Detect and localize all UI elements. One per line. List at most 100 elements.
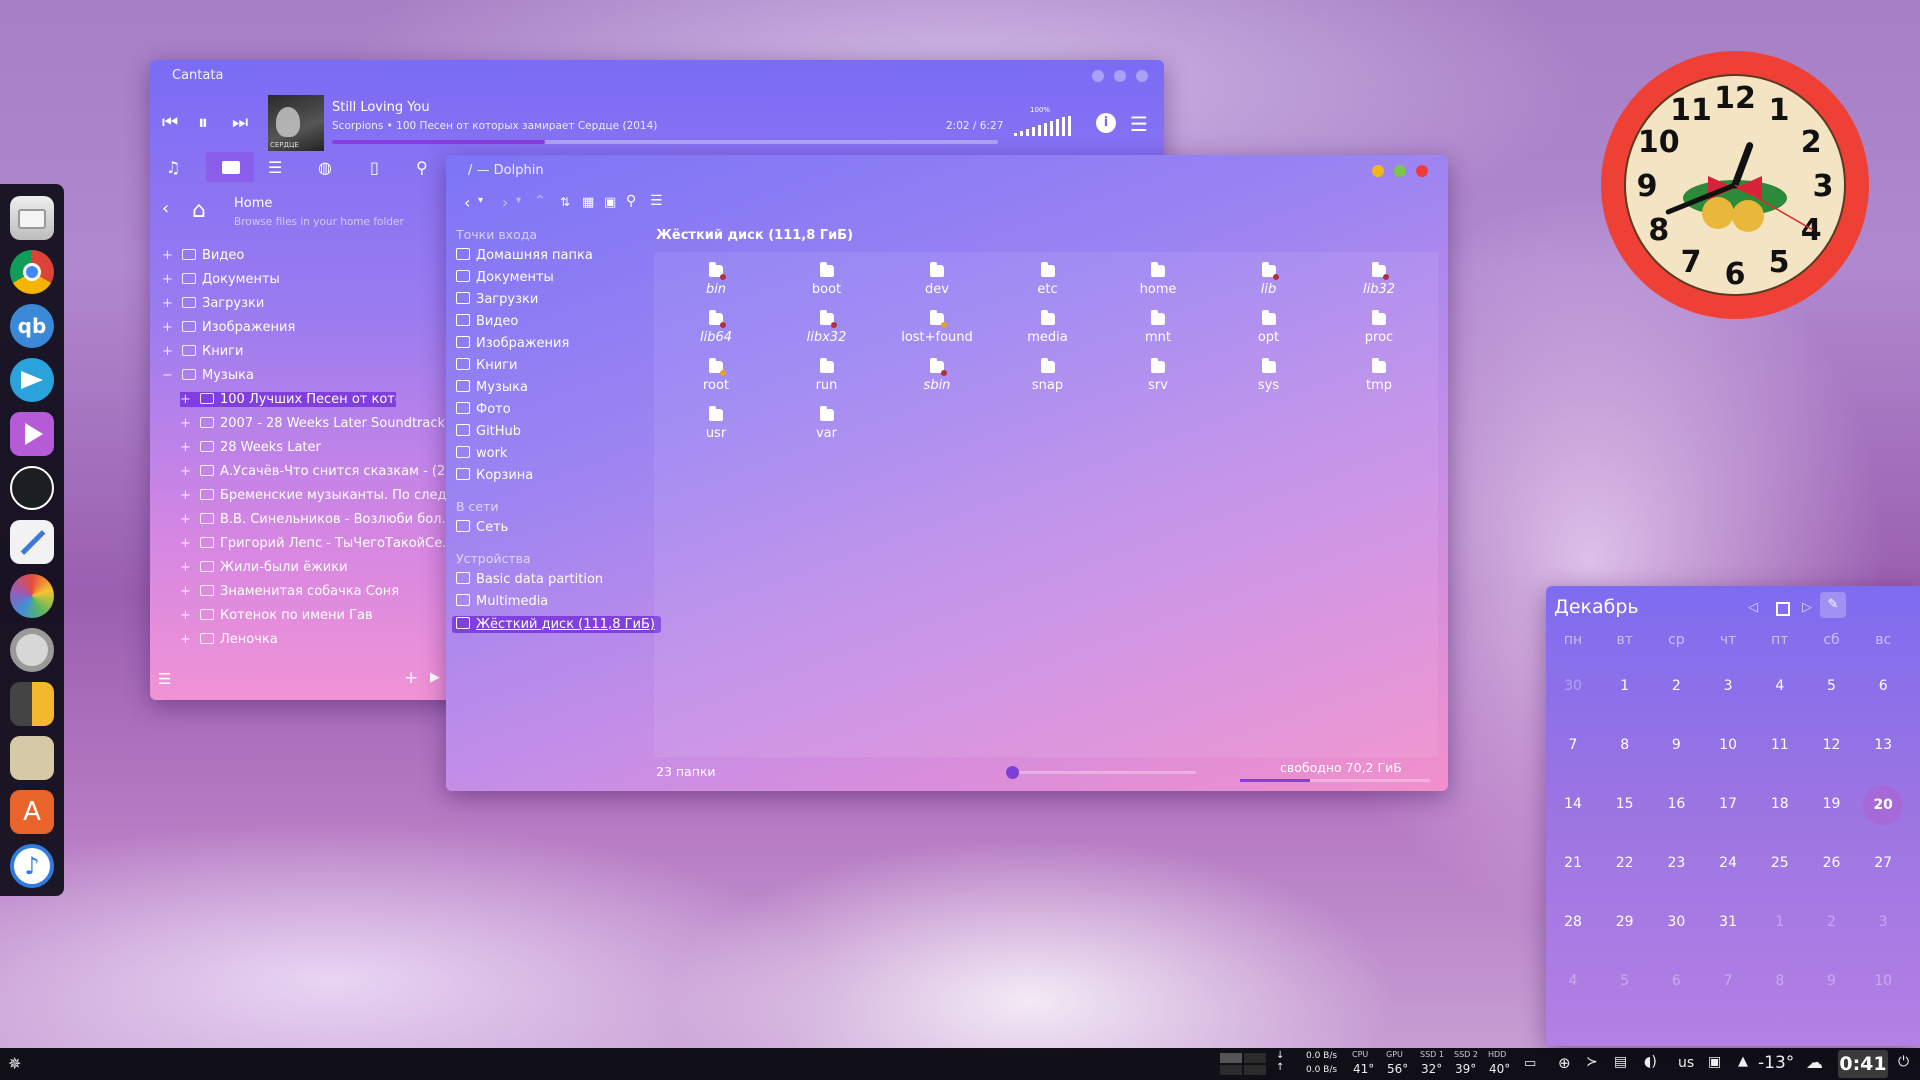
- calendar-day[interactable]: 16: [1651, 796, 1701, 812]
- expand-icon[interactable]: +: [180, 584, 194, 599]
- folder-item[interactable]: boot: [779, 262, 875, 297]
- place-item[interactable]: Жёсткий диск (111,8 ГиБ): [452, 616, 661, 633]
- up-icon[interactable]: ⌃: [534, 193, 546, 209]
- calendar-day[interactable]: 15: [1600, 796, 1650, 812]
- calendar-day[interactable]: 3: [1858, 914, 1908, 930]
- network-icon[interactable]: ⊕: [1558, 1054, 1571, 1072]
- info-icon[interactable]: i: [1096, 113, 1116, 133]
- place-item[interactable]: Домашняя папка: [456, 248, 593, 263]
- calendar-day[interactable]: 8: [1600, 737, 1650, 753]
- chrome-icon[interactable]: [10, 250, 54, 294]
- back-icon[interactable]: ‹: [464, 193, 470, 212]
- volume-icon[interactable]: ◖): [1644, 1054, 1657, 1070]
- expand-icon[interactable]: +: [180, 440, 194, 455]
- tree-item[interactable]: − Музыка: [162, 368, 254, 383]
- settings-icon[interactable]: [10, 628, 54, 672]
- chevron-down-icon[interactable]: ▾: [478, 195, 483, 206]
- tree-item[interactable]: + Знаменитая собачка Соня: [180, 584, 399, 599]
- tree-item[interactable]: + А.Усачёв-Что снится сказкам - (2...: [180, 464, 458, 479]
- keyboard-layout[interactable]: us: [1678, 1055, 1694, 1071]
- tree-item[interactable]: + Бременские музыканты. По след...: [180, 488, 459, 503]
- calendar-day[interactable]: 31: [1703, 914, 1753, 930]
- calendar-day[interactable]: 1: [1755, 914, 1805, 930]
- calendar-day[interactable]: 13: [1858, 737, 1908, 753]
- calendar-day[interactable]: 11: [1755, 737, 1805, 753]
- previous-month-icon[interactable]: ◁: [1748, 600, 1758, 615]
- expand-icon[interactable]: +: [180, 512, 194, 527]
- maximize-button[interactable]: [1114, 70, 1126, 82]
- seek-bar[interactable]: [332, 140, 998, 144]
- folder-item[interactable]: usr: [668, 406, 764, 441]
- maximize-button[interactable]: [1394, 165, 1406, 177]
- bottom-menu-icon[interactable]: ☰: [158, 670, 171, 688]
- close-button[interactable]: [1136, 70, 1148, 82]
- folder-item[interactable]: run: [779, 358, 875, 393]
- place-item[interactable]: Multimedia: [456, 594, 548, 609]
- tree-item[interactable]: +28 Weeks Later: [180, 440, 321, 455]
- folder-item[interactable]: sbin: [889, 358, 985, 393]
- terminal-icon[interactable]: ≻: [1586, 1054, 1598, 1070]
- tree-item[interactable]: + Изображения: [162, 320, 295, 335]
- folder-item[interactable]: etc: [1000, 262, 1096, 297]
- tree-item[interactable]: + Видео: [162, 248, 244, 263]
- menu-icon[interactable]: ☰: [1130, 112, 1148, 136]
- forward-icon[interactable]: ›: [502, 193, 508, 212]
- tree-item[interactable]: + Григорий Лепс - ТыЧегоТакойСе...: [180, 536, 455, 551]
- folders-tab[interactable]: [206, 152, 254, 182]
- folder-item[interactable]: tmp: [1331, 358, 1427, 393]
- calculator-icon[interactable]: [10, 682, 54, 726]
- calendar-day[interactable]: 4: [1548, 973, 1598, 989]
- calendar-day[interactable]: 28: [1548, 914, 1598, 930]
- sort-icon[interactable]: ⇅: [560, 195, 570, 209]
- files-icon[interactable]: [10, 196, 54, 240]
- folder-item[interactable]: var: [779, 406, 875, 441]
- globe-icon[interactable]: ◍: [318, 158, 332, 177]
- zoom-slider[interactable]: [1006, 766, 1196, 779]
- calendar-day[interactable]: 14: [1548, 796, 1598, 812]
- folder-item[interactable]: mnt: [1110, 310, 1206, 345]
- pin-icon[interactable]: ✎: [1820, 592, 1846, 618]
- media-player-icon[interactable]: [10, 412, 54, 456]
- calendar-day[interactable]: 10: [1858, 973, 1908, 989]
- calendar-day[interactable]: 9: [1651, 737, 1701, 753]
- expand-icon[interactable]: +: [180, 608, 194, 623]
- close-button[interactable]: [1416, 165, 1428, 177]
- calendar-day[interactable]: 30: [1548, 678, 1598, 694]
- expand-icon[interactable]: −: [162, 368, 176, 383]
- expand-icon[interactable]: +: [180, 416, 194, 431]
- zoom-slider-handle[interactable]: [1006, 766, 1019, 779]
- tree-item[interactable]: + Леночка: [180, 632, 278, 647]
- qbittorrent-icon[interactable]: qb: [10, 304, 54, 348]
- place-item[interactable]: Корзина: [456, 468, 533, 483]
- clipboard-icon[interactable]: ▤: [1614, 1054, 1627, 1070]
- place-item[interactable]: Музыка: [456, 380, 528, 395]
- calendar-day[interactable]: 18: [1755, 796, 1805, 812]
- place-item[interactable]: Загрузки: [456, 292, 538, 307]
- volume-indicator[interactable]: 100%: [1014, 106, 1074, 136]
- expand-icon[interactable]: +: [162, 272, 176, 287]
- folder-item[interactable]: opt: [1221, 310, 1317, 345]
- folder-item[interactable]: snap: [1000, 358, 1096, 393]
- list-icon[interactable]: ☰: [268, 158, 282, 177]
- tree-item[interactable]: + Жили-были ёжики: [180, 560, 348, 575]
- telegram-icon[interactable]: [10, 358, 54, 402]
- expand-icon[interactable]: +: [180, 560, 194, 575]
- play-icon[interactable]: ▶: [430, 670, 440, 685]
- minimize-button[interactable]: [1092, 70, 1104, 82]
- menu-icon[interactable]: ☰: [650, 193, 663, 209]
- folder-item[interactable]: lib32: [1331, 262, 1427, 297]
- minimize-button[interactable]: [1372, 165, 1384, 177]
- place-item[interactable]: Видео: [456, 314, 518, 329]
- expand-icon[interactable]: +: [180, 632, 194, 647]
- tree-item[interactable]: + Документы: [162, 272, 280, 287]
- text-editor-icon[interactable]: [10, 520, 54, 564]
- folder-item[interactable]: dev: [889, 262, 985, 297]
- tree-item[interactable]: + Книги: [162, 344, 243, 359]
- pause-icon[interactable]: ⏸: [198, 110, 208, 134]
- calendar-day[interactable]: 5: [1600, 973, 1650, 989]
- folder-item[interactable]: libx32: [779, 310, 875, 345]
- calendar-day[interactable]: 9: [1807, 973, 1857, 989]
- calendar-day[interactable]: 21: [1548, 855, 1598, 871]
- place-item[interactable]: Изображения: [456, 336, 569, 351]
- chevron-down-icon[interactable]: ▾: [516, 195, 521, 206]
